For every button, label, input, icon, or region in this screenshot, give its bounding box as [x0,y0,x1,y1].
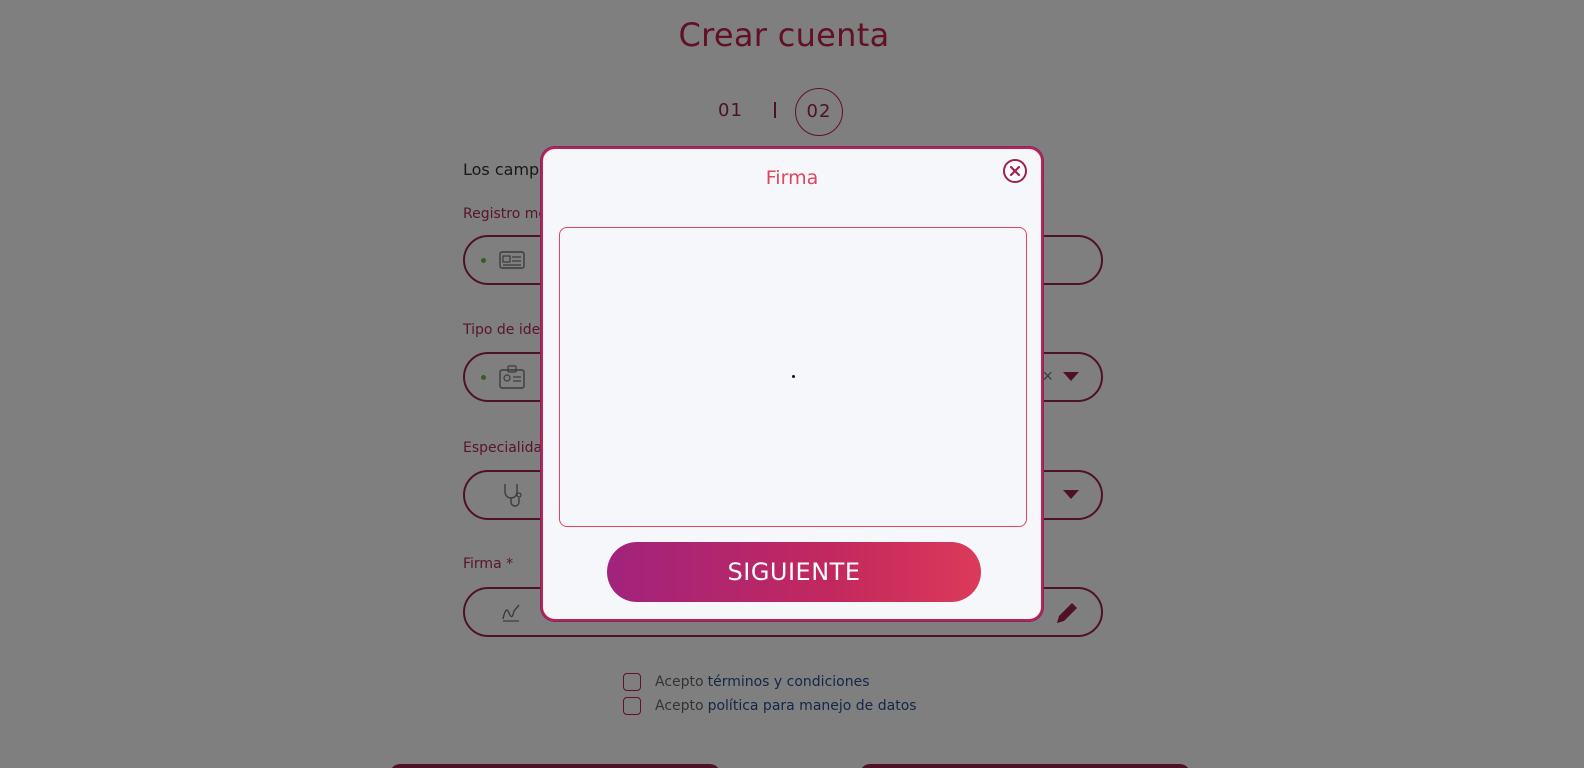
signature-modal: Firma SIGUIENTE [541,147,1043,621]
close-icon[interactable] [1002,158,1028,184]
next-button[interactable]: SIGUIENTE [607,542,981,602]
signature-canvas[interactable] [559,227,1027,527]
signature-ink-dot [792,375,795,378]
modal-title: Firma [765,167,819,189]
